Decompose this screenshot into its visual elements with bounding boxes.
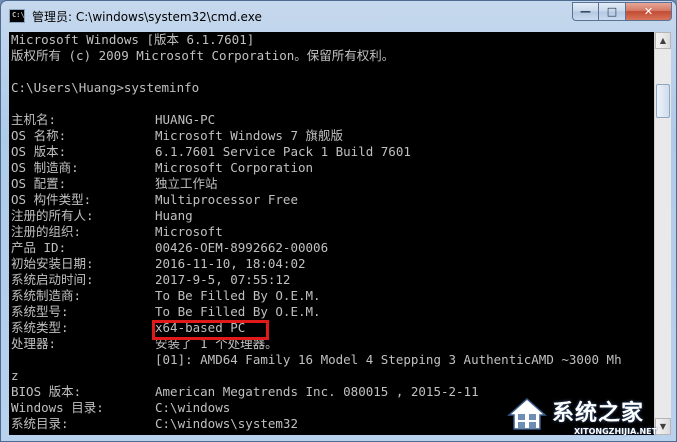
info-value: 00426-OEM-8992662-00006 xyxy=(155,240,329,255)
scrollbar-thumb[interactable] xyxy=(656,84,670,118)
info-key: 产品 ID: xyxy=(11,240,67,255)
maximize-button[interactable]: □ xyxy=(599,2,626,21)
watermark-text: 系统之家 xyxy=(552,401,645,426)
info-key: 系统型号: xyxy=(11,304,69,319)
info-row-product-id: 产品 ID: 00426-OEM-8992662-00006 xyxy=(11,240,328,256)
info-key: OS 构件类型: xyxy=(11,192,92,207)
info-key: z xyxy=(11,368,19,383)
info-row-os-build-type: OS 构件类型: Multiprocessor Free xyxy=(11,192,298,208)
vertical-scrollbar[interactable]: ▲ ▼ xyxy=(654,32,671,435)
info-row-hostname: 主机名: HUANG-PC xyxy=(11,112,215,128)
info-key: 注册的组织: xyxy=(11,224,82,239)
info-value: C:\windows xyxy=(155,400,231,415)
info-value: [01]: AMD64 Family 16 Model 4 Stepping 3… xyxy=(155,352,622,367)
info-value: American Megatrends Inc. 080015 , 2015-2… xyxy=(155,384,479,399)
info-row-bios-version: BIOS 版本: American Megatrends Inc. 080015 … xyxy=(11,384,479,400)
info-value: To Be Filled By O.E.M. xyxy=(155,304,321,319)
info-key: OS 名称: xyxy=(11,128,67,143)
minimize-button[interactable]: — xyxy=(572,2,599,21)
system-type-highlight-box xyxy=(152,320,269,340)
info-key: Windows 目录: xyxy=(11,400,104,415)
info-row-os-version: OS 版本: 6.1.7601 Service Pack 1 Build 7601 xyxy=(11,144,411,160)
info-value: C:\windows\system32 xyxy=(155,416,298,431)
info-row-registered-owner: 注册的所有人: Huang xyxy=(11,208,193,224)
info-row-system-manufacturer: 系统制造商: To Be Filled By O.E.M. xyxy=(11,288,321,304)
scroll-up-button[interactable]: ▲ xyxy=(655,32,671,49)
console-header-version: Microsoft Windows [版本 6.1.7601] xyxy=(11,32,255,47)
info-key: 系统制造商: xyxy=(11,288,82,303)
window-title: 管理员: C:\windows\system32\cmd.exe xyxy=(32,10,262,24)
info-key: OS 版本: xyxy=(11,144,67,159)
console-header-copyright: 版权所有 (c) 2009 Microsoft Corporation。保留所有… xyxy=(11,48,395,63)
info-value: 6.1.7601 Service Pack 1 Build 7601 xyxy=(155,144,411,159)
info-value: 2017-9-5, 07:55:12 xyxy=(155,272,291,287)
watermark-url: XITONGZHIJIA.NET xyxy=(574,427,658,436)
info-row-registered-organization: 注册的组织: Microsoft xyxy=(11,224,223,240)
info-value: Multiprocessor Free xyxy=(155,192,298,207)
title-bar[interactable]: C:\ 管理员: C:\windows\system32\cmd.exe — □… xyxy=(1,1,676,32)
info-row-wrap: z xyxy=(11,368,19,384)
info-key: 主机名: xyxy=(11,112,57,127)
house-logo-icon xyxy=(507,397,547,430)
info-value: Microsoft Corporation xyxy=(155,160,314,175)
info-row-system-model: 系统型号: To Be Filled By O.E.M. xyxy=(11,304,321,320)
info-value: To Be Filled By O.E.M. xyxy=(155,288,321,303)
info-key: 注册的所有人: xyxy=(11,208,94,223)
info-key: OS 配置: xyxy=(11,176,67,191)
cmd-window: C:\ 管理员: C:\windows\system32\cmd.exe — □… xyxy=(0,0,677,442)
info-key: 初始安装日期: xyxy=(11,256,94,271)
console-output[interactable]: Microsoft Windows [版本 6.1.7601] 版权所有 (c)… xyxy=(9,32,654,435)
info-value: 2016-11-10, 18:04:02 xyxy=(155,256,306,271)
info-row-os-name: OS 名称: Microsoft Windows 7 旗舰版 xyxy=(11,128,343,144)
info-key: 处理器: xyxy=(11,336,57,351)
info-key: BIOS 版本: xyxy=(11,384,82,399)
info-key: 系统目录: xyxy=(11,416,69,431)
info-key: 系统启动时间: xyxy=(11,272,94,287)
info-row-os-manufacturer: OS 制造商: Microsoft Corporation xyxy=(11,160,313,176)
close-button[interactable]: ✕ xyxy=(626,2,672,21)
info-value: Microsoft Windows 7 旗舰版 xyxy=(155,128,344,143)
info-row-processor-detail: [01]: AMD64 Family 16 Model 4 Stepping 3… xyxy=(11,352,622,368)
site-watermark: 系统之家 XITONGZHIJIA.NET xyxy=(506,389,676,441)
caption-buttons: — □ ✕ xyxy=(572,2,672,21)
cmd-app-icon[interactable]: C:\ xyxy=(9,9,25,23)
info-row-install-date: 初始安装日期: 2016-11-10, 18:04:02 xyxy=(11,256,306,272)
info-value: 独立工作站 xyxy=(155,176,218,191)
info-row-os-configuration: OS 配置: 独立工作站 xyxy=(11,176,218,192)
info-row-system-directory: 系统目录: C:\windows\system32 xyxy=(11,416,298,432)
info-key: OS 制造商: xyxy=(11,160,79,175)
info-value: HUANG-PC xyxy=(155,112,216,127)
info-row-windows-directory: Windows 目录: C:\windows xyxy=(11,400,230,416)
cmd-icon-label: C:\ xyxy=(12,11,25,19)
info-value: Microsoft xyxy=(155,224,223,239)
info-row-boot-time: 系统启动时间: 2017-9-5, 07:55:12 xyxy=(11,272,290,288)
command-prompt: C:\Users\Huang>systeminfo xyxy=(11,80,200,95)
info-key: 系统类型: xyxy=(11,320,69,335)
info-value: Huang xyxy=(155,208,193,223)
